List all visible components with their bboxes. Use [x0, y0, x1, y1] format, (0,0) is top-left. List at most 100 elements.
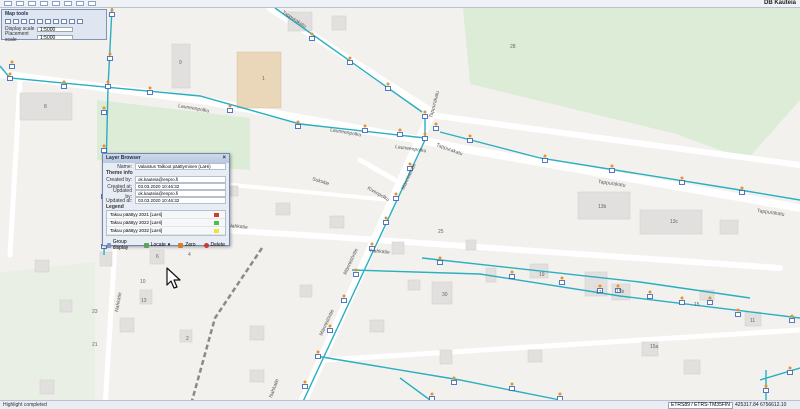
lamp-point[interactable]: [316, 350, 320, 354]
lamp-symbol[interactable]: [302, 384, 308, 389]
lamp-symbol[interactable]: [315, 354, 321, 359]
lamp-symbol[interactable]: [647, 294, 653, 299]
lamp-symbol[interactable]: [422, 114, 428, 119]
lamp-point[interactable]: [303, 380, 307, 384]
lamp-symbol[interactable]: [101, 148, 107, 153]
search-icon[interactable]: [52, 1, 60, 6]
lamp-point[interactable]: [354, 268, 358, 272]
legend-item[interactable]: Takuu päättyy 2032 [LaHi]: [107, 227, 225, 235]
placement-scale-input[interactable]: 1:5000: [37, 34, 73, 40]
lamp-point[interactable]: [468, 134, 472, 138]
lamp-symbol[interactable]: [7, 76, 13, 81]
lamp-point[interactable]: [394, 192, 398, 196]
lamp-point[interactable]: [790, 314, 794, 318]
bookmark-icon[interactable]: [77, 19, 83, 24]
lamp-point[interactable]: [616, 284, 620, 288]
lamp-point[interactable]: [543, 154, 547, 158]
lamp-point[interactable]: [560, 276, 564, 280]
lamp-symbol[interactable]: [422, 136, 428, 141]
lamp-symbol[interactable]: [309, 36, 315, 41]
lamp-point[interactable]: [102, 106, 106, 110]
lamp-point[interactable]: [148, 86, 152, 90]
lamp-point[interactable]: [10, 60, 14, 64]
help-icon[interactable]: [88, 1, 96, 6]
info-icon[interactable]: [69, 19, 75, 24]
lamp-symbol[interactable]: [437, 260, 443, 265]
folder-icon[interactable]: [16, 1, 24, 6]
close-icon[interactable]: ×: [222, 154, 226, 163]
lamp-point[interactable]: [228, 104, 232, 108]
refresh-icon[interactable]: [45, 19, 51, 24]
lamp-point[interactable]: [430, 392, 434, 396]
lamp-point[interactable]: [788, 366, 792, 370]
lamp-symbol[interactable]: [542, 158, 548, 163]
lamp-point[interactable]: [398, 128, 402, 132]
print-icon[interactable]: [40, 1, 48, 6]
lamp-symbol[interactable]: [433, 126, 439, 131]
display-scale-input[interactable]: 1:5000: [37, 26, 73, 32]
lamp-symbol[interactable]: [347, 60, 353, 65]
lamp-point[interactable]: [423, 132, 427, 136]
locate-button[interactable]: Locate ▾: [143, 239, 171, 251]
layers-icon[interactable]: [64, 1, 72, 6]
lamp-point[interactable]: [680, 176, 684, 180]
lamp-symbol[interactable]: [147, 90, 153, 95]
zoom-in-icon[interactable]: [5, 19, 11, 24]
lamp-point[interactable]: [62, 80, 66, 84]
lamp-symbol[interactable]: [341, 298, 347, 303]
delete-button[interactable]: Delete: [203, 239, 225, 251]
save-icon[interactable]: [28, 1, 36, 6]
lamp-symbol[interactable]: [679, 300, 685, 305]
measure-icon[interactable]: [37, 19, 43, 24]
lamp-point[interactable]: [102, 144, 106, 148]
lamp-symbol[interactable]: [393, 196, 399, 201]
lamp-symbol[interactable]: [61, 84, 67, 89]
lamp-symbol[interactable]: [397, 132, 403, 137]
lamp-point[interactable]: [764, 384, 768, 388]
lamp-point[interactable]: [610, 164, 614, 168]
lamp-point[interactable]: [510, 382, 514, 386]
lamp-symbol[interactable]: [107, 56, 113, 61]
lamp-point[interactable]: [558, 392, 562, 396]
lamp-point[interactable]: [708, 296, 712, 300]
lamp-point[interactable]: [740, 186, 744, 190]
lamp-point[interactable]: [386, 82, 390, 86]
name-select[interactable]: Valaistus Talkoot päättyminen (LaHi): [135, 163, 226, 170]
lamp-point[interactable]: [736, 308, 740, 312]
lamp-symbol[interactable]: [509, 386, 515, 391]
lamp-point[interactable]: [348, 56, 352, 60]
lamp-symbol[interactable]: [789, 318, 795, 323]
lamp-point[interactable]: [370, 242, 374, 246]
next-view-icon[interactable]: [61, 19, 67, 24]
lamp-symbol[interactable]: [101, 110, 107, 115]
dialog-header[interactable]: Layer Browser ×: [103, 154, 229, 163]
lamp-point[interactable]: [363, 124, 367, 128]
lamp-symbol[interactable]: [383, 220, 389, 225]
lamp-symbol[interactable]: [385, 86, 391, 91]
lamp-symbol[interactable]: [609, 168, 615, 173]
lamp-point[interactable]: [8, 72, 12, 76]
lamp-symbol[interactable]: [707, 300, 713, 305]
lamp-point[interactable]: [108, 52, 112, 56]
lamp-point[interactable]: [434, 122, 438, 126]
lamp-point[interactable]: [598, 284, 602, 288]
lamp-symbol[interactable]: [735, 312, 741, 317]
lamp-point[interactable]: [384, 216, 388, 220]
legend-item[interactable]: Takuu päättyy 2021 [LaHi]: [107, 211, 225, 219]
pan-icon[interactable]: [21, 19, 27, 24]
settings-icon[interactable]: [76, 1, 84, 6]
lamp-point[interactable]: [510, 270, 514, 274]
lamp-symbol[interactable]: [353, 272, 359, 277]
lamp-point[interactable]: [648, 290, 652, 294]
lamp-symbol[interactable]: [509, 274, 515, 279]
lamp-symbol[interactable]: [295, 124, 301, 129]
lamp-point[interactable]: [423, 110, 427, 114]
group-display-button[interactable]: Group display: [107, 239, 136, 251]
previous-view-icon[interactable]: [53, 19, 59, 24]
chevron-down-icon[interactable]: ▾: [168, 242, 171, 248]
lamp-symbol[interactable]: [559, 280, 565, 285]
lamp-point[interactable]: [310, 32, 314, 36]
lamp-point[interactable]: [296, 120, 300, 124]
menu-icon[interactable]: [4, 1, 12, 6]
lamp-symbol[interactable]: [362, 128, 368, 133]
